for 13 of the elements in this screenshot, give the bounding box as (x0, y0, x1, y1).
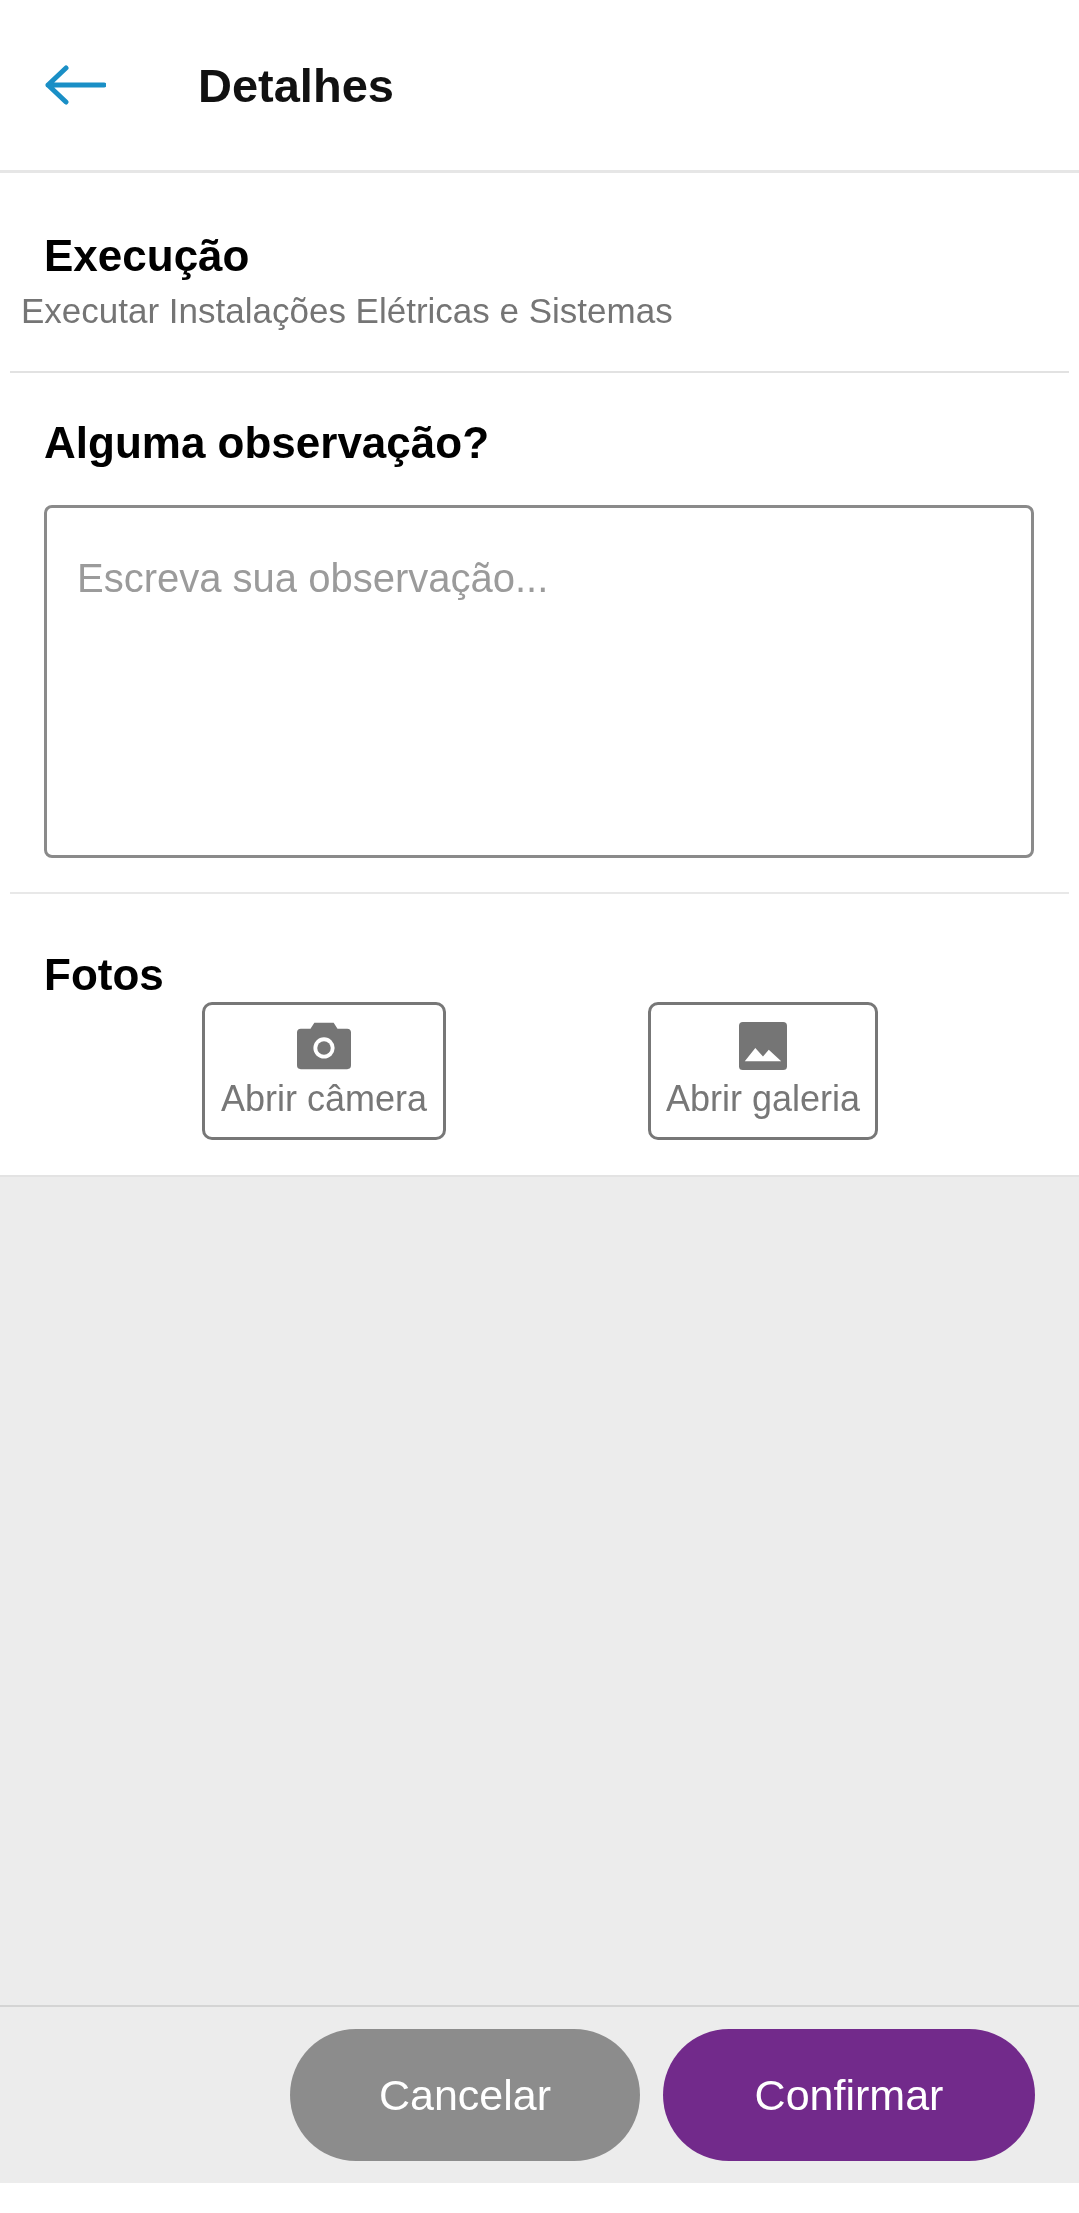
observation-field[interactable]: Escreva sua observação... (44, 505, 1034, 858)
back-icon[interactable] (44, 65, 106, 105)
action-button[interactable]: Cancelar (290, 2029, 640, 2161)
screen-title: Detalhes (198, 57, 394, 113)
section-title: Alguma observação? (44, 418, 491, 468)
section-title: Execução (44, 231, 251, 281)
photo-button[interactable]: Abrir câmera (202, 1002, 446, 1140)
camera-icon (297, 1022, 351, 1070)
image-icon (736, 1022, 790, 1070)
section-title: Fotos (44, 950, 165, 1000)
section-subtitle: Executar Instalações Elétricas e Sistemas (21, 291, 674, 331)
photo-button[interactable]: Abrir galeria (648, 1002, 878, 1140)
action-button[interactable]: Confirmar (663, 2029, 1035, 2161)
